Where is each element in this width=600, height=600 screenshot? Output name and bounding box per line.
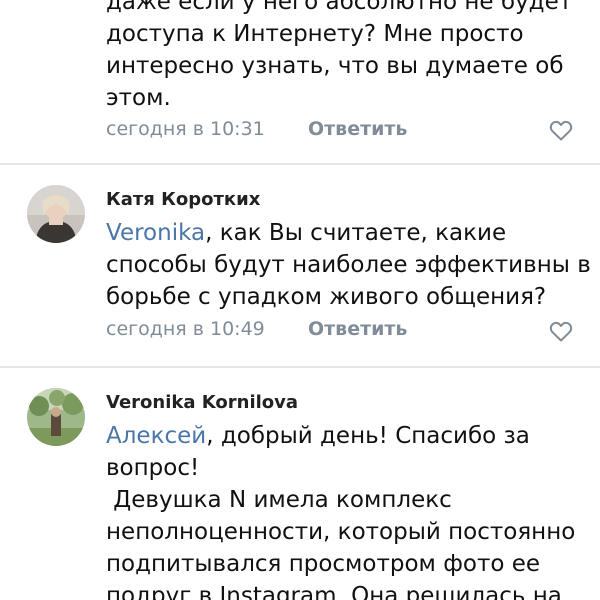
- comment-author[interactable]: Катя Коротких: [106, 189, 260, 210]
- comment-timestamp: сегодня в 10:49: [106, 318, 265, 340]
- comment-text-line: подруг в Instagram. Она решилась на: [106, 583, 562, 600]
- mention-link[interactable]: Veronika: [106, 220, 205, 246]
- avatar-photo: [27, 185, 85, 243]
- comment-text-line: даже если у него абсолютно не будет: [106, 0, 573, 15]
- heart-outline-icon[interactable]: [549, 320, 573, 342]
- comment-text-line: этом.: [106, 85, 171, 111]
- comment-text-line: борьбе с упадком живого общения?: [106, 284, 547, 310]
- comment-text-line: Veronika, как Вы считаете, какие: [106, 217, 506, 249]
- comments-feed: даже если у него абсолютно не будет дост…: [0, 0, 600, 600]
- comment-timestamp: сегодня в 10:31: [106, 118, 265, 140]
- comment-text-line: подпитывался просмотром фото ее: [106, 551, 541, 577]
- comment-text-line: вопрос!: [106, 455, 200, 481]
- comment-text-line: Девушка N имела комплекс: [106, 487, 452, 513]
- comment-text-line: способы будут наиболее эффективны в: [106, 252, 591, 278]
- comment-item: Veronika Kornilova Алексей, добрый день!…: [0, 368, 600, 600]
- heart-outline-icon[interactable]: [549, 119, 573, 141]
- comment-item: даже если у него абсолютно не будет дост…: [0, 0, 600, 162]
- comment-text: , как Вы считаете, какие: [205, 220, 507, 246]
- mention-link[interactable]: Алексей: [106, 423, 206, 449]
- comment-text: , добрый день! Спасибо за: [206, 423, 530, 449]
- reply-button[interactable]: Ответить: [308, 118, 407, 140]
- comment-text-line: неполноценности, который постоянно: [106, 519, 576, 545]
- avatar[interactable]: [27, 388, 85, 446]
- comment-text-line: доступа к Интернету? Мне просто: [106, 21, 524, 47]
- avatar-photo: [27, 388, 85, 446]
- comment-item: Катя Коротких Veronika, как Вы считаете,…: [0, 165, 600, 365]
- comment-author[interactable]: Veronika Kornilova: [106, 392, 298, 413]
- reply-button[interactable]: Ответить: [308, 318, 407, 340]
- comment-text-line: интересно узнать, что вы думаете об: [106, 53, 564, 79]
- avatar[interactable]: [27, 185, 85, 243]
- comment-text-line: Алексей, добрый день! Спасибо за: [106, 420, 530, 452]
